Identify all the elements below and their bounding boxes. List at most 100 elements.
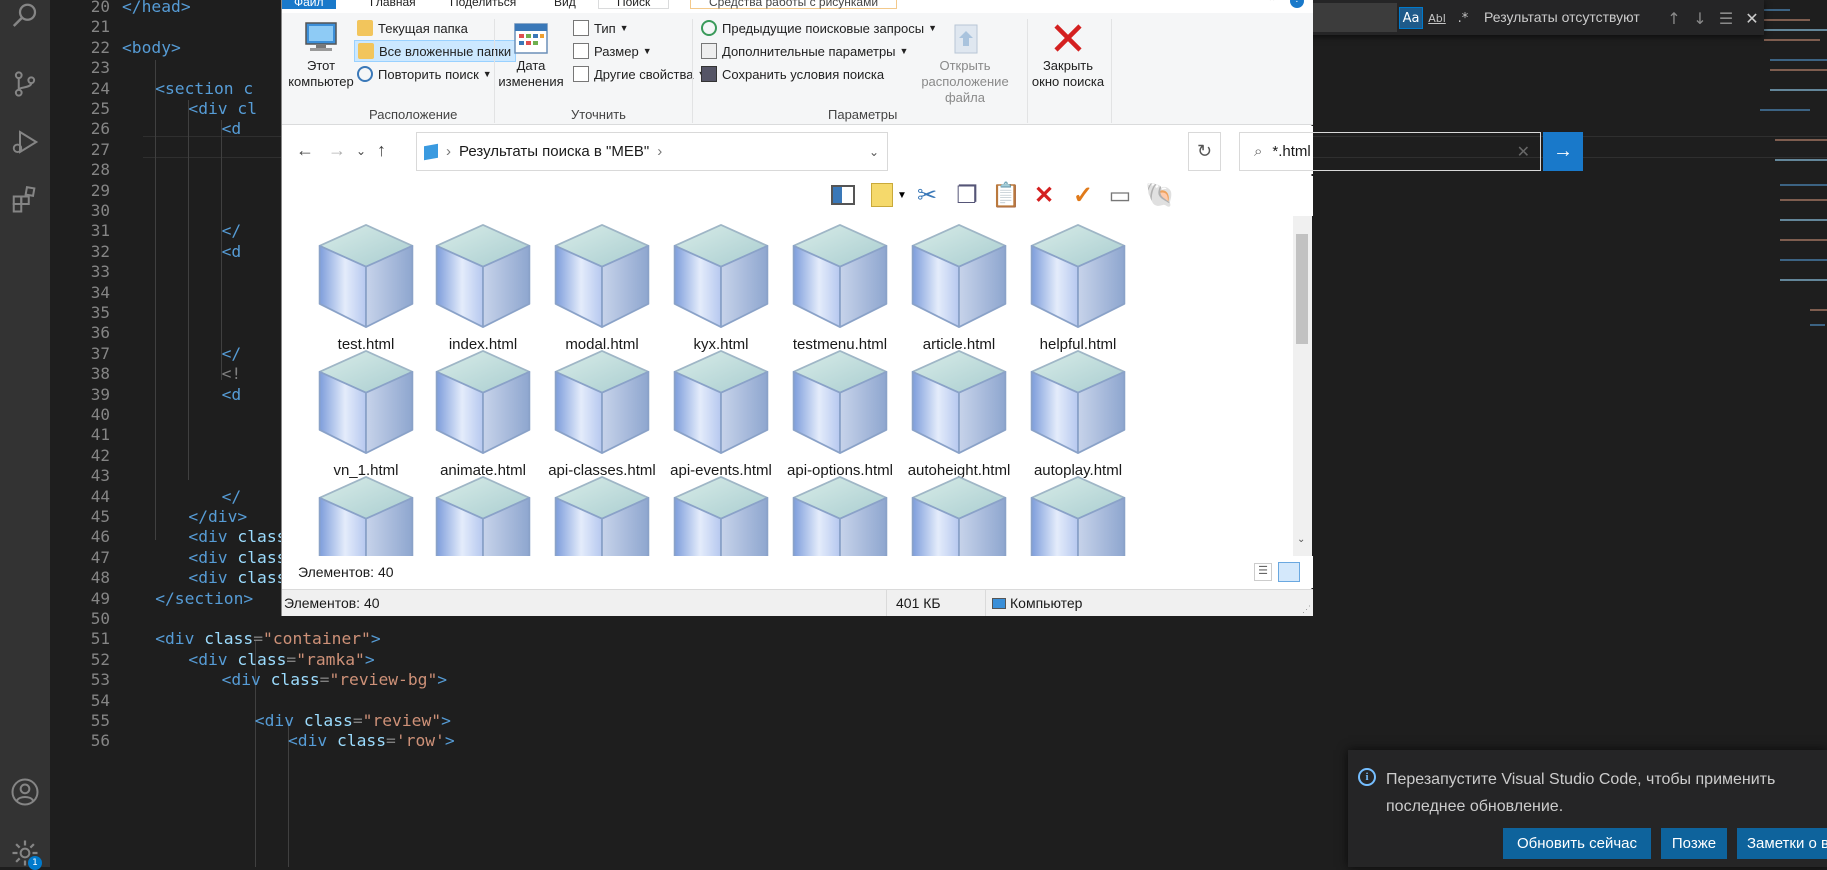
tab-share[interactable]: Поделиться	[450, 0, 516, 9]
recent-searches-icon	[701, 20, 717, 36]
rename-icon[interactable]: ▭	[1105, 180, 1135, 210]
extensions-icon[interactable]	[9, 183, 41, 215]
cube-file-icon	[792, 224, 888, 328]
find-in-selection-icon[interactable]: ☰	[1715, 7, 1737, 29]
later-button[interactable]: Позже	[1661, 828, 1727, 859]
this-pc-button[interactable]: Этот компьютер	[286, 21, 356, 90]
refresh-icon[interactable]: ↻	[1188, 132, 1221, 171]
other-properties-button[interactable]: Другие свойства▼	[570, 63, 706, 85]
code-token: </	[221, 343, 242, 363]
date-modified-button[interactable]: Дата изменения	[496, 21, 566, 90]
delete-x-icon[interactable]: ✕	[1029, 180, 1059, 210]
code-token: </	[221, 221, 242, 241]
all-subfolders-label: Все вложенные папки	[379, 43, 512, 59]
file-grid-scrollbar[interactable]: ⌄	[1293, 216, 1312, 556]
status-bar: Элементов: 40 401 КБ Компьютер ⋰	[282, 589, 1313, 616]
scrollbar-thumb[interactable]	[1296, 234, 1308, 344]
recent-searches-button[interactable]: Предыдущие поисковые запросы ▼	[698, 17, 937, 39]
open-file-location-button[interactable]: Открыть расположение файла	[906, 21, 1024, 106]
next-match-arrow-icon[interactable]: ↓	[1689, 7, 1711, 29]
tab-picture-tools[interactable]: Средства работы с рисунками	[690, 0, 898, 9]
ribbon-tabs: Файл Главная Поделиться Вид Поиск Средст…	[282, 0, 1313, 13]
match-case-toggle[interactable]: Aa	[1399, 7, 1423, 29]
scroll-down-arrow-icon[interactable]: ⌄	[1297, 534, 1305, 545]
size-filter-button[interactable]: Размер ▼	[570, 40, 652, 62]
resize-grip-icon[interactable]: ⋰	[1302, 604, 1311, 615]
advanced-options-label: Дополнительные параметры	[722, 43, 896, 59]
code-token: <div	[188, 527, 238, 547]
status-location: Компьютер	[1010, 595, 1083, 611]
code-token: =	[386, 731, 396, 751]
whole-word-toggle[interactable]: Abl	[1425, 7, 1449, 29]
save-search-label: Сохранить условия поиска	[722, 66, 885, 82]
tab-file[interactable]: Файл	[282, 0, 336, 9]
save-disk-icon	[701, 66, 717, 82]
all-subfolders-button[interactable]: Все вложенные папки	[354, 40, 517, 62]
this-pc-label: Этот компьютер	[288, 58, 354, 89]
tab-search[interactable]: Поиск	[598, 0, 670, 9]
tab-home[interactable]: Главная	[370, 0, 416, 9]
file-item[interactable]	[1008, 470, 1148, 556]
options-group-title: Параметры	[828, 107, 898, 122]
address-path: Результаты поиска в "МЕВ"	[459, 143, 650, 160]
copy-icon[interactable]: ❐	[952, 180, 982, 210]
source-control-icon[interactable]	[9, 68, 41, 100]
code-token: <d	[221, 119, 242, 139]
search-icon[interactable]	[9, 0, 41, 32]
recent-locations-chevron-icon[interactable]: ⌄	[356, 144, 366, 158]
advanced-options-button[interactable]: Дополнительные параметры ▼	[698, 40, 908, 62]
clear-search-icon[interactable]: ✕	[1517, 142, 1530, 162]
cut-scissors-icon[interactable]: ✂	[912, 180, 942, 210]
current-folder-button[interactable]: Текущая папка	[354, 17, 468, 39]
location-group-title: Расположение	[369, 107, 458, 122]
shell-icon[interactable]: 🐚	[1145, 180, 1175, 210]
activity-bar: 1	[0, 0, 50, 870]
close-search-button[interactable]: Закрыть окно поиска	[1028, 21, 1108, 90]
file-item[interactable]: helpful.html	[1008, 218, 1148, 353]
find-input[interactable]	[1309, 3, 1397, 32]
type-icon	[573, 20, 589, 36]
file-item[interactable]: autoplay.html	[1008, 344, 1148, 479]
code-line: <div class='row'>	[288, 729, 455, 753]
cube-file-icon	[911, 350, 1007, 454]
forward-arrow-icon[interactable]: →	[328, 140, 346, 161]
regex-toggle[interactable]: .*	[1451, 7, 1475, 29]
type-filter-button[interactable]: Тип ▼	[570, 17, 629, 39]
cube-file-icon	[554, 224, 650, 328]
indent-guide	[188, 100, 189, 480]
accounts-icon[interactable]	[9, 776, 41, 808]
cube-file-icon	[435, 224, 531, 328]
minimap[interactable]	[1750, 0, 1827, 360]
breadcrumb-separator-icon: ›	[446, 143, 451, 160]
run-debug-icon[interactable]	[9, 126, 41, 158]
repeat-search-button[interactable]: Повторить поиск ▼	[354, 63, 492, 85]
cube-file-icon	[554, 350, 650, 454]
tab-view[interactable]: Вид	[554, 0, 576, 9]
close-find-icon[interactable]: ✕	[1741, 7, 1763, 29]
code-token: <!	[221, 364, 242, 384]
update-now-button[interactable]: Обновить сейчас	[1503, 828, 1651, 859]
previous-match-arrow-icon[interactable]: ↑	[1663, 7, 1685, 29]
release-notes-button[interactable]: Заметки о выпуске	[1737, 828, 1827, 859]
save-search-button[interactable]: Сохранить условия поиска	[698, 63, 884, 85]
code-token: </head>	[122, 0, 191, 16]
cube-file-icon	[911, 476, 1007, 556]
repeat-search-label: Повторить поиск	[378, 66, 479, 82]
notification-message: Перезапустите Visual Studio Code, чтобы …	[1386, 771, 1776, 815]
search-go-arrow-icon[interactable]: →	[1543, 132, 1583, 171]
address-dropdown-icon[interactable]: ⌄	[869, 145, 879, 159]
cube-file-icon	[673, 476, 769, 556]
search-box[interactable]: ⌕ *.html ✕	[1239, 132, 1541, 171]
collapse-ribbon-icon[interactable]: ⌃	[1267, 0, 1281, 9]
details-view-icon[interactable]: ☰	[1254, 563, 1272, 581]
cube-file-icon	[435, 476, 531, 556]
cube-file-icon	[1030, 476, 1126, 556]
back-arrow-icon[interactable]: ←	[296, 140, 314, 161]
checkmark-icon[interactable]: ✓	[1068, 180, 1098, 210]
preview-pane-icon[interactable]	[828, 180, 858, 210]
paste-clipboard-icon[interactable]: 📋	[991, 180, 1021, 210]
up-arrow-icon[interactable]: ↑	[377, 140, 386, 161]
help-icon[interactable]: ?	[1290, 0, 1304, 8]
address-bar[interactable]: › Результаты поиска в "МЕВ" › ⌄	[416, 132, 888, 171]
large-icons-view-icon[interactable]	[1278, 562, 1300, 582]
